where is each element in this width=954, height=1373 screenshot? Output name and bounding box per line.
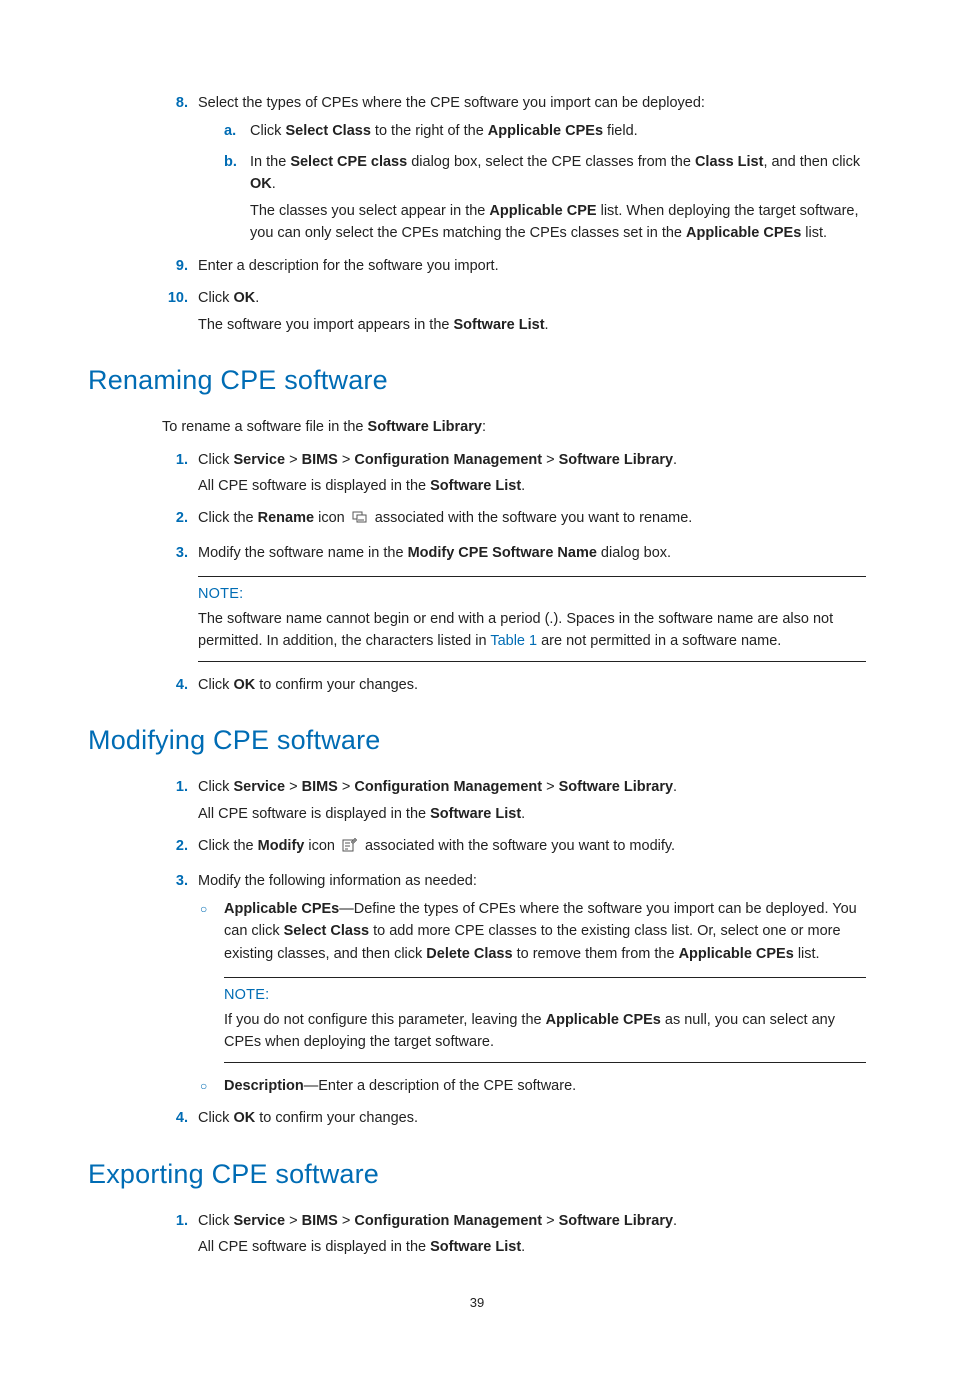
note-body: If you do not configure this parameter, … [224,1009,866,1054]
bullets: ○ Applicable CPEs—Define the types of CP… [198,898,866,1097]
rename-step-1: 1. Click Service > BIMS > Configuration … [162,449,866,498]
step-after: The software you import appears in the S… [198,314,866,336]
modify-step-2: 2. Click the Modify icon associated with… [162,835,866,859]
modify-steps: 1. Click Service > BIMS > Configuration … [88,776,866,1130]
step-marker: 1. [162,449,188,471]
note-body: The software name cannot begin or end wi… [198,608,866,653]
note-box: NOTE: The software name cannot begin or … [198,576,866,661]
note-label: NOTE: [224,984,866,1006]
step-text: Click Service > BIMS > Configuration Man… [198,779,677,795]
step-text: Click the Rename icon associated with th… [198,510,692,526]
sub-text: In the Select CPE class dialog box, sele… [250,154,860,192]
heading-renaming: Renaming CPE software [88,360,866,402]
bullet-description: ○ Description—Enter a description of the… [198,1075,866,1097]
step-marker: 4. [162,1107,188,1129]
step-marker: 1. [162,1210,188,1232]
table-link[interactable]: Table 1 [490,633,537,649]
heading-exporting: Exporting CPE software [88,1154,866,1196]
sub-text: Click Select Class to the right of the A… [250,123,638,139]
substep-a: a. Click Select Class to the right of th… [224,120,866,142]
step-text: Select the types of CPEs where the CPE s… [198,95,705,111]
note-box: NOTE: If you do not configure this param… [224,977,866,1062]
step-text: Click OK to confirm your changes. [198,677,418,693]
step-text: Click Service > BIMS > Configuration Man… [198,1213,677,1229]
rename-step-4: 4. Click OK to confirm your changes. [162,674,866,696]
step-marker: 1. [162,776,188,798]
modify-step-3: 3. Modify the following information as n… [162,870,866,1098]
step-text: Click the Modify icon associated with th… [198,838,675,854]
modify-step-1: 1. Click Service > BIMS > Configuration … [162,776,866,825]
export-steps: 1. Click Service > BIMS > Configuration … [88,1210,866,1259]
sub-marker: a. [224,120,242,142]
step-after: All CPE software is displayed in the Sof… [198,1236,866,1258]
circle-icon: ○ [200,1077,207,1096]
step-text: Click Service > BIMS > Configuration Man… [198,452,677,468]
rename-lead: To rename a software file in the Softwar… [162,416,866,438]
step-text: Click OK to confirm your changes. [198,1110,418,1126]
rename-step-2: 2. Click the Rename icon associated with… [162,507,866,531]
step-marker: 2. [162,507,188,529]
step-marker: 2. [162,835,188,857]
rename-icon [352,509,368,531]
step-marker: 10. [162,287,188,309]
rename-step-3: 3. Modify the software name in the Modif… [162,542,866,662]
rename-steps: 1. Click Service > BIMS > Configuration … [88,449,866,697]
step-text: Modify the software name in the Modify C… [198,545,671,561]
modify-icon [342,837,358,859]
step-8: 8. Select the types of CPEs where the CP… [162,92,866,245]
step-text: Click OK. [198,290,259,306]
bullet-applicable-cpes: ○ Applicable CPEs—Define the types of CP… [198,898,866,1063]
intro-steps: 8. Select the types of CPEs where the CP… [88,92,866,336]
step-marker: 9. [162,255,188,277]
substep-b: b. In the Select CPE class dialog box, s… [224,151,866,245]
bullet-text: Applicable CPEs—Define the types of CPEs… [224,901,857,962]
step-marker: 3. [162,870,188,892]
step-9: 9. Enter a description for the software … [162,255,866,277]
step-10: 10. Click OK. The software you import ap… [162,287,866,336]
step-after: All CPE software is displayed in the Sof… [198,803,866,825]
step-marker: 3. [162,542,188,564]
step-after: All CPE software is displayed in the Sof… [198,475,866,497]
substeps: a. Click Select Class to the right of th… [198,120,866,244]
circle-icon: ○ [200,900,207,919]
bullet-text: Description—Enter a description of the C… [224,1078,576,1094]
note-label: NOTE: [198,583,866,605]
step-marker: 4. [162,674,188,696]
modify-step-4: 4. Click OK to confirm your changes. [162,1107,866,1129]
sub-marker: b. [224,151,242,173]
heading-modifying: Modifying CPE software [88,720,866,762]
step-text: Modify the following information as need… [198,873,477,889]
sub-after: The classes you select appear in the App… [250,200,866,245]
step-marker: 8. [162,92,188,114]
export-step-1: 1. Click Service > BIMS > Configuration … [162,1210,866,1259]
step-text: Enter a description for the software you… [198,258,499,274]
